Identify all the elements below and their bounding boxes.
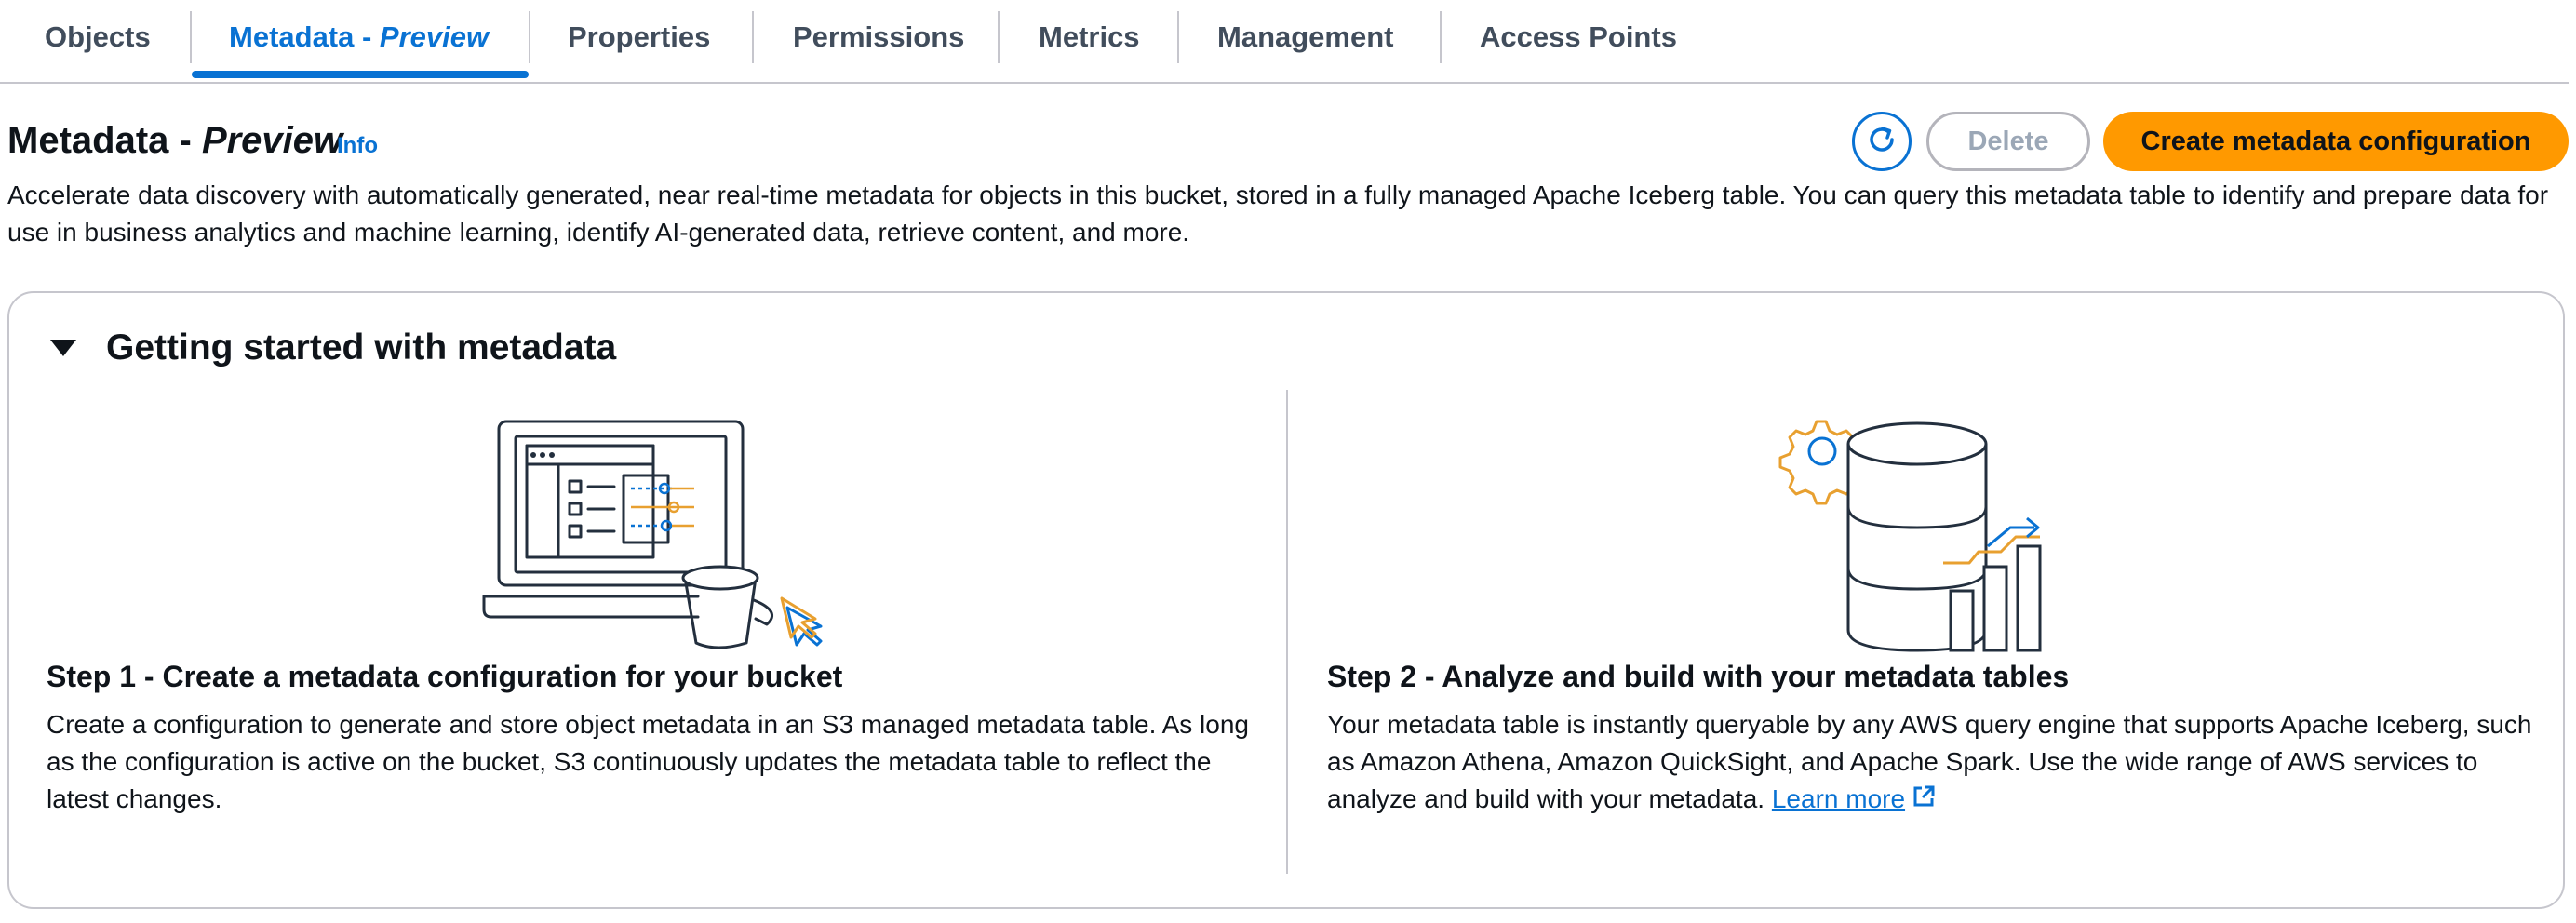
create-metadata-configuration-button[interactable]: Create metadata configuration — [2103, 112, 2569, 171]
tab-metadata-preview: Preview — [379, 20, 490, 53]
tab-separator — [752, 11, 754, 63]
step-1: Step 1 - Create a metadata configuration… — [47, 656, 1256, 818]
info-link[interactable]: Info — [337, 132, 378, 160]
getting-started-toggle[interactable]: Getting started with metadata — [47, 325, 616, 371]
caret-down-icon — [47, 334, 80, 362]
external-link-icon[interactable] — [1911, 783, 1937, 820]
tab-access-points[interactable]: Access Points — [1480, 17, 1677, 58]
getting-started-title: Getting started with metadata — [106, 328, 617, 368]
tab-metadata-label: Metadata - — [229, 20, 380, 53]
tab-objects[interactable]: Objects — [45, 17, 151, 58]
delete-button[interactable]: Delete — [1926, 112, 2090, 171]
page-title-main: Metadata - — [7, 120, 202, 161]
step-1-title: Step 1 - Create a metadata configuration… — [47, 660, 843, 693]
tab-separator — [190, 11, 192, 63]
learn-more-link[interactable]: Learn more — [1772, 784, 1905, 813]
step-2-title: Step 2 - Analyze and build with your met… — [1327, 660, 2070, 693]
refresh-button[interactable] — [1852, 112, 1912, 171]
refresh-icon — [1863, 121, 1900, 163]
tab-metrics[interactable]: Metrics — [1039, 17, 1140, 58]
getting-started-panel: Getting started with metadata Step 1 - C… — [7, 291, 2565, 909]
tab-bar: Objects Metadata - Preview Properties Pe… — [0, 0, 2569, 84]
tab-management[interactable]: Management — [1217, 17, 1393, 58]
tab-separator — [1440, 11, 1442, 63]
step-1-description: Create a configuration to generate and s… — [47, 710, 1249, 813]
tab-separator — [998, 11, 1000, 63]
page-title: Metadata - Preview — [7, 117, 342, 164]
step-2-description: Your metadata table is instantly queryab… — [1327, 706, 2537, 820]
tab-separator — [1177, 11, 1179, 63]
tab-separator — [529, 11, 530, 63]
tab-properties[interactable]: Properties — [568, 17, 710, 58]
tab-metadata[interactable]: Metadata - Preview — [229, 17, 489, 58]
step-2: Step 2 - Analyze and build with your met… — [1327, 656, 2537, 820]
column-divider — [1286, 390, 1288, 874]
page-title-preview: Preview — [201, 120, 343, 161]
page-description: Accelerate data discovery with automatic… — [7, 181, 2549, 247]
tab-permissions[interactable]: Permissions — [793, 17, 964, 58]
database-analytics-illustration — [1778, 397, 2075, 672]
active-tab-indicator — [192, 71, 529, 78]
laptop-bucket-illustration — [475, 414, 838, 670]
